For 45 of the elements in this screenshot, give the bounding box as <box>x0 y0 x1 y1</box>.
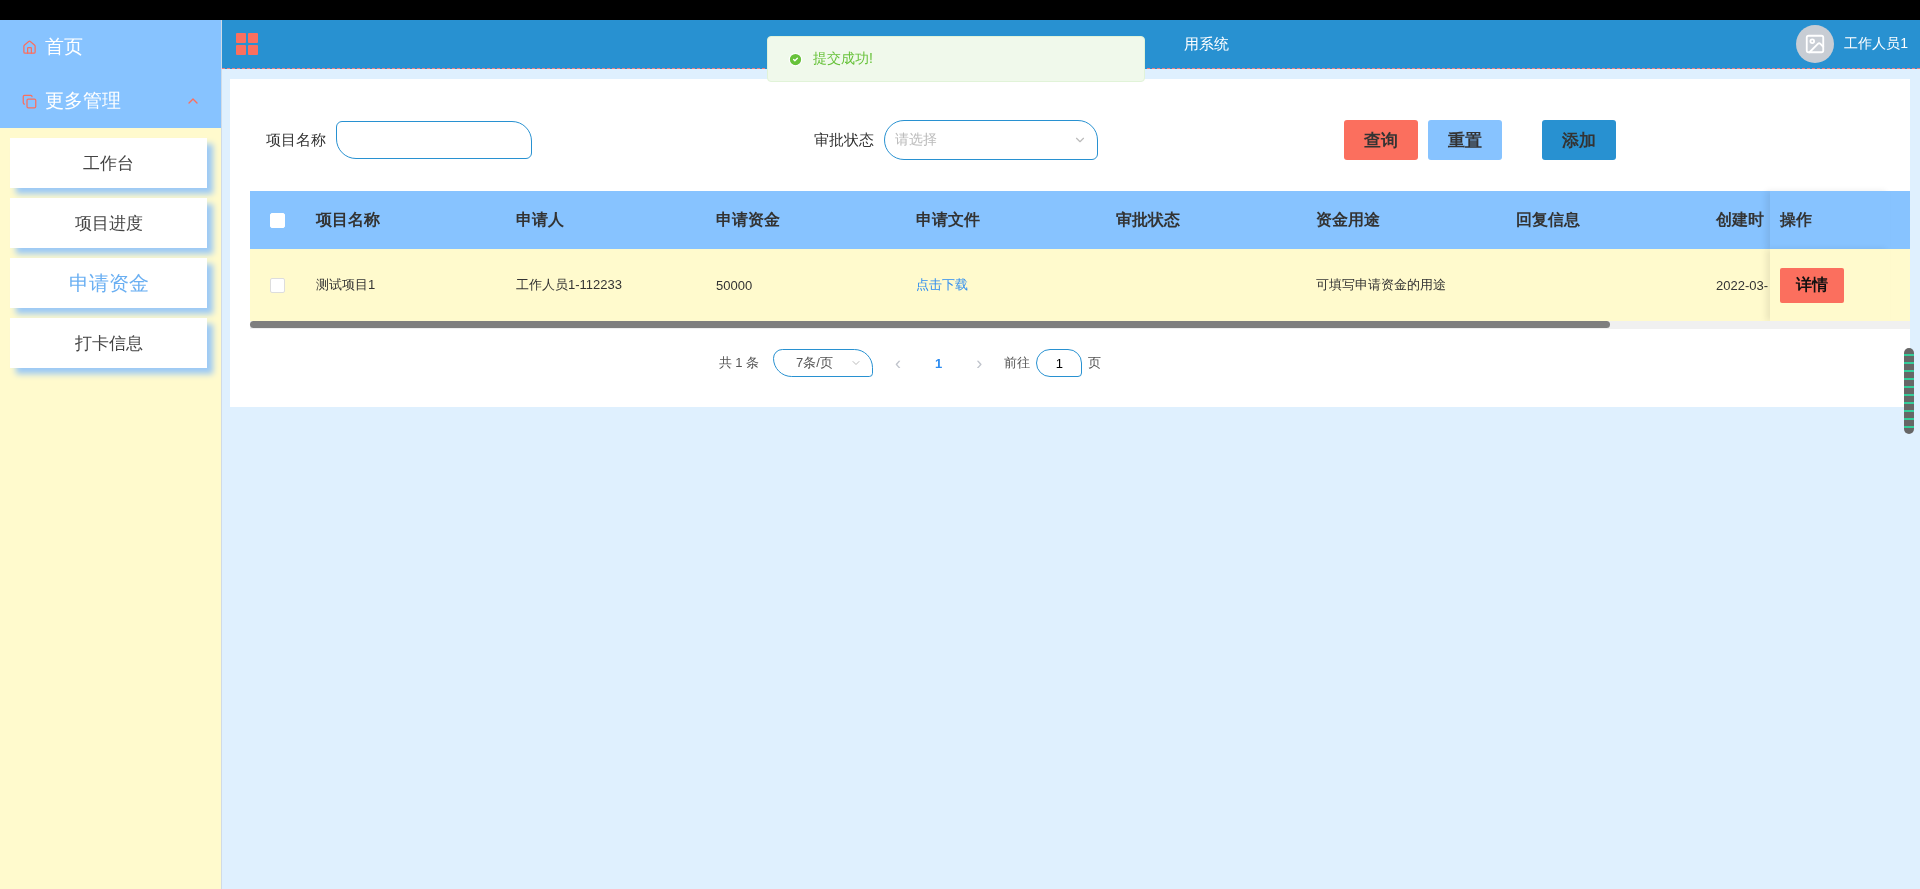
column-header: 资金用途 <box>1315 209 1381 230</box>
user-name: 工作人员1 <box>1844 35 1908 53</box>
home-icon <box>22 39 37 55</box>
submenu-item[interactable]: 工作台 <box>10 138 207 188</box>
vertical-scrollbar[interactable] <box>1904 348 1914 434</box>
submenu-item[interactable]: 项目进度 <box>10 198 207 248</box>
system-title: 用系统 <box>1184 34 1229 54</box>
copy-icon <box>22 93 37 109</box>
select-all-checkbox[interactable] <box>269 212 285 228</box>
submenu-item[interactable]: 打卡信息 <box>10 318 207 368</box>
table-cell-text: 可填写申请资金的用途 <box>1315 276 1447 294</box>
query-button[interactable]: 查询 <box>1344 120 1418 160</box>
column-header: 申请资金 <box>715 209 781 230</box>
horizontal-scrollbar[interactable] <box>250 321 1910 329</box>
add-button[interactable]: 添加 <box>1542 120 1616 160</box>
total-count: 共 1 条 <box>718 354 760 372</box>
column-header: 创建时 <box>1715 209 1765 230</box>
table-cell-text: 50000 <box>715 277 754 293</box>
detail-button[interactable]: 详情 <box>1780 267 1844 303</box>
download-link[interactable]: 点击下载 <box>904 276 968 294</box>
row-checkbox[interactable] <box>269 277 285 293</box>
column-header: 操作 <box>1770 191 1890 249</box>
avatar[interactable] <box>1796 25 1835 63</box>
field-label: 审批状态 <box>814 130 874 150</box>
check-icon <box>788 51 803 67</box>
page-number[interactable]: 1 <box>923 355 955 371</box>
reset-button[interactable]: 重置 <box>1428 120 1502 160</box>
name-input[interactable] <box>336 121 532 159</box>
menu-item[interactable]: 首页 <box>0 20 221 74</box>
table-cell-text: 2022-03- <box>1715 277 1770 293</box>
column-header: 审批状态 <box>1115 209 1181 230</box>
column-header: 项目名称 <box>314 209 381 230</box>
field-label: 项目名称 <box>266 130 326 150</box>
toast-message: 提交成功! <box>813 50 873 68</box>
column-header: 回复信息 <box>1515 209 1581 230</box>
column-header: 申请人 <box>515 209 565 230</box>
menu-item[interactable]: 更多管理 <box>0 74 221 128</box>
table-cell-text: 测试项目1 <box>315 276 377 294</box>
goto-suffix: 页 <box>1088 354 1102 372</box>
table-cell-text: 工作人员1-112233 <box>515 276 623 294</box>
submenu-item[interactable]: 申请资金 <box>10 258 207 308</box>
image-icon <box>1804 33 1827 55</box>
column-header: 申请文件 <box>915 209 981 230</box>
goto-input[interactable]: 1 <box>1036 349 1083 377</box>
goto-label: 前往 <box>1004 354 1031 372</box>
